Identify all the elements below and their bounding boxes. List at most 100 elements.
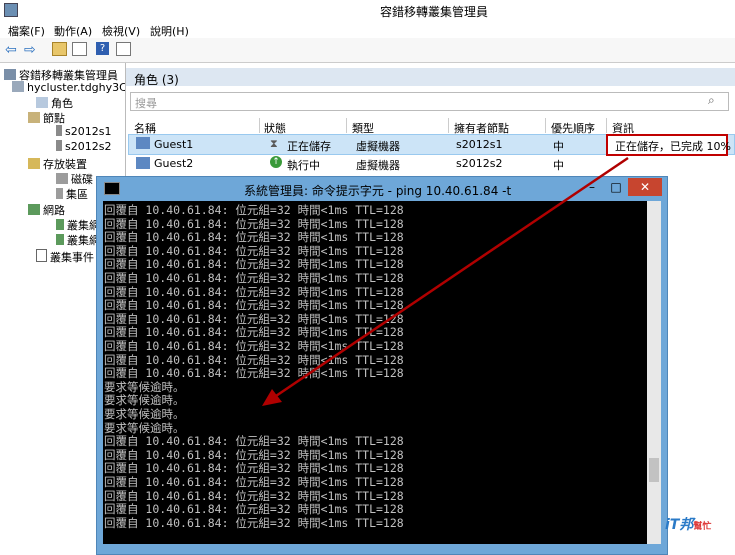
- console-line: 回覆自 10.40.61.84: 位元組=32 時間<1ms TTL=128: [104, 447, 404, 462]
- role-owner: s2012s1: [456, 138, 503, 151]
- console-line: 回覆自 10.40.61.84: 位元組=32 時間<1ms TTL=128: [104, 325, 404, 340]
- table-row[interactable]: [128, 154, 733, 172]
- help-icon[interactable]: ?: [96, 42, 109, 55]
- menu-help[interactable]: 說明(H): [150, 23, 189, 39]
- tree-item-node-s2[interactable]: s2012s2: [56, 140, 111, 154]
- vm-icon: [136, 157, 150, 169]
- watermark-logo: iT邦幫忙: [665, 517, 712, 533]
- menu-file[interactable]: 檔案(F): [8, 23, 45, 39]
- role-priority: 中: [553, 140, 564, 153]
- storage-icon: [28, 158, 40, 169]
- scrollbar-thumb[interactable]: [649, 458, 659, 482]
- folder-up-icon[interactable]: [52, 42, 67, 56]
- tree-item-root[interactable]: 容錯移轉叢集管理員: [4, 67, 118, 82]
- console-line: 回覆自 10.40.61.84: 位元組=32 時間<1ms TTL=128: [104, 434, 404, 449]
- tree-item-pools[interactable]: 集區: [56, 186, 88, 201]
- search-placeholder: 搜尋: [135, 97, 157, 110]
- tree-item-cluster[interactable]: hycluster.tdghy3C: [12, 81, 125, 95]
- minimize-button[interactable]: –: [580, 178, 604, 196]
- search-input[interactable]: [130, 92, 729, 111]
- console-line: 回覆自 10.40.61.84: 位元組=32 時間<1ms TTL=128: [104, 216, 404, 231]
- column-divider: [545, 118, 546, 133]
- roles-header: [126, 68, 735, 86]
- network-icon: [56, 219, 64, 230]
- console-line: 回覆自 10.40.61.84: 位元組=32 時間<1ms TTL=128: [104, 366, 404, 381]
- maximize-button[interactable]: □: [604, 178, 628, 196]
- console-icon: [104, 182, 120, 195]
- tree-item-network-2[interactable]: 叢集網: [56, 232, 100, 247]
- action-pane-icon[interactable]: [116, 42, 131, 56]
- console-line: 回覆自 10.40.61.84: 位元組=32 時間<1ms TTL=128: [104, 298, 404, 313]
- tree-item-nodes[interactable]: 節點: [28, 110, 65, 125]
- column-header-info[interactable]: 資訊: [612, 120, 634, 135]
- network-icon: [28, 204, 40, 215]
- close-button[interactable]: ✕: [628, 178, 662, 196]
- column-header-type[interactable]: 類型: [352, 120, 374, 135]
- cluster-manager-icon: [4, 3, 18, 17]
- console-line: 回覆自 10.40.61.84: 位元組=32 時間<1ms TTL=128: [104, 475, 404, 489]
- column-header-owner[interactable]: 擁有者節點: [454, 120, 509, 135]
- disk-icon: [56, 173, 68, 184]
- column-divider: [448, 118, 449, 133]
- app-title: 容錯移轉叢集管理員: [380, 5, 489, 19]
- tree-item-disks[interactable]: 磁碟: [56, 171, 93, 186]
- console-line: 要求等候逾時。: [104, 407, 185, 421]
- role-name: Guest2: [154, 157, 194, 170]
- menu-bar: 檔案(F) 動作(A) 檢視(V) 說明(H): [0, 20, 735, 38]
- console-line: 回覆自 10.40.61.84: 位元組=32 時間<1ms TTL=128: [104, 203, 404, 217]
- column-header-status[interactable]: 狀態: [264, 120, 286, 135]
- role-status: 執行中: [287, 159, 320, 172]
- role-info: 正在儲存，已完成 10%: [615, 140, 731, 153]
- back-icon[interactable]: ⇦: [5, 42, 21, 58]
- scrollbar[interactable]: [647, 201, 661, 544]
- roles-icon: [36, 97, 48, 108]
- tree-item-network-1[interactable]: 叢集網: [56, 217, 100, 232]
- pool-icon: [56, 188, 63, 199]
- menu-action[interactable]: 動作(A): [54, 23, 92, 39]
- column-divider: [606, 118, 607, 133]
- column-header-name[interactable]: 名稱: [134, 120, 156, 135]
- console-line: 回覆自 10.40.61.84: 位元組=32 時間<1ms TTL=128: [104, 257, 404, 272]
- column-header-priority[interactable]: 優先順序: [551, 120, 595, 135]
- forward-icon[interactable]: ⇨: [24, 42, 40, 58]
- toolbar: ⇦ ⇨ ?: [0, 38, 735, 63]
- console-line: 要求等候逾時。: [104, 393, 185, 408]
- role-status: 正在儲存: [287, 140, 331, 153]
- menu-view[interactable]: 檢視(V): [102, 23, 140, 39]
- console-line: 要求等候逾時。: [104, 379, 185, 394]
- tree-item-cluster-events[interactable]: 叢集事件: [36, 249, 94, 264]
- hourglass-icon: ⧗: [270, 137, 278, 150]
- title-bar: [0, 0, 735, 21]
- role-priority: 中: [553, 159, 564, 172]
- role-type: 虛擬機器: [356, 140, 400, 153]
- role-name: Guest1: [154, 138, 194, 151]
- network-icon: [56, 234, 64, 245]
- vm-icon: [136, 137, 150, 149]
- tree-item-storage[interactable]: 存放裝置: [28, 156, 87, 171]
- console-line: 回覆自 10.40.61.84: 位元組=32 時間<1ms TTL=128: [104, 515, 404, 530]
- console-line: 回覆自 10.40.61.84: 位元組=32 時間<1ms TTL=128: [104, 230, 404, 245]
- cmd-window-title: 系統管理員: 命令提示字元 - ping 10.40.61.84 -t: [244, 184, 512, 198]
- tree-item-networks[interactable]: 網路: [28, 202, 65, 217]
- server-icon: [56, 140, 62, 151]
- show-hide-tree-icon[interactable]: [72, 42, 87, 56]
- tree-item-node-s1[interactable]: s2012s1: [56, 125, 111, 139]
- column-divider: [259, 118, 260, 133]
- running-icon: ↑: [270, 156, 282, 168]
- console-line: 回覆自 10.40.61.84: 位元組=32 時間<1ms TTL=128: [104, 311, 404, 326]
- console-line: 回覆自 10.40.61.84: 位元組=32 時間<1ms TTL=128: [104, 243, 404, 258]
- role-owner: s2012s2: [456, 157, 503, 170]
- console-line: 回覆自 10.40.61.84: 位元組=32 時間<1ms TTL=128: [104, 352, 404, 367]
- console-line: 回覆自 10.40.61.84: 位元組=32 時間<1ms TTL=128: [104, 502, 404, 517]
- cluster-icon: [12, 81, 24, 92]
- roles-title: 角色 (3): [134, 73, 179, 87]
- nodes-icon: [28, 112, 40, 123]
- role-type: 虛擬機器: [356, 159, 400, 172]
- column-divider: [346, 118, 347, 133]
- tree-item-roles[interactable]: 角色: [36, 95, 73, 110]
- console-line: 回覆自 10.40.61.84: 位元組=32 時間<1ms TTL=128: [104, 488, 404, 503]
- search-icon[interactable]: ⌕: [708, 93, 715, 108]
- console-line: 回覆自 10.40.61.84: 位元組=32 時間<1ms TTL=128: [104, 339, 404, 353]
- console-line: 回覆自 10.40.61.84: 位元組=32 時間<1ms TTL=128: [104, 461, 404, 476]
- console-line: 要求等候逾時。: [104, 420, 185, 435]
